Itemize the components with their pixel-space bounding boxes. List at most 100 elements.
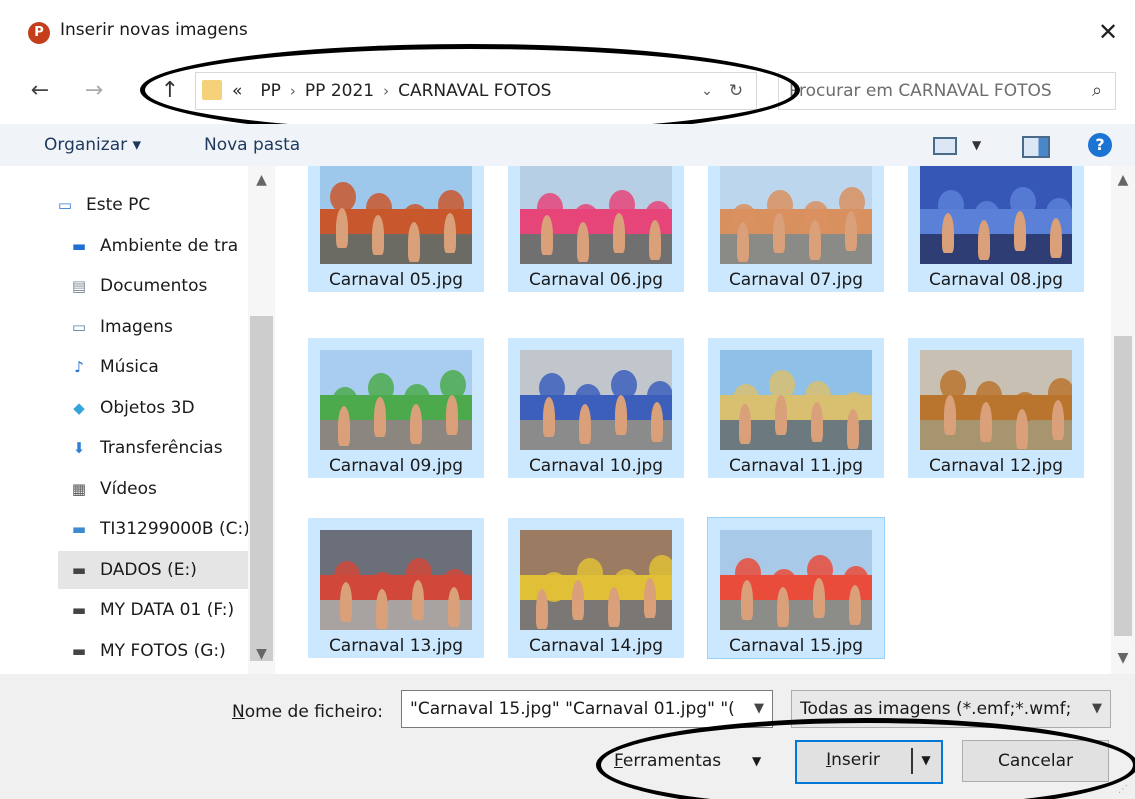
insert-label[interactable]: Inserir: [797, 742, 909, 778]
file-tile[interactable]: Carnaval 06.jpg: [508, 166, 684, 292]
scrollbar-thumb[interactable]: [1114, 336, 1132, 636]
chevron-down-icon[interactable]: ▼: [748, 691, 770, 727]
up-button[interactable]: ↑: [152, 73, 188, 109]
file-thumbnail[interactable]: [920, 350, 1072, 450]
file-name[interactable]: Carnaval 06.jpg: [508, 270, 684, 290]
file-thumbnail[interactable]: [320, 350, 472, 450]
sidebar-item[interactable]: ▬ DADOS (E:): [58, 550, 256, 589]
breadcrumb-item-carnaval-fotos[interactable]: CARNAVAL FOTOS: [398, 81, 551, 101]
sidebar-item[interactable]: ▤ Documentos: [58, 267, 256, 305]
insert-button[interactable]: Inserir ▼: [795, 740, 943, 784]
sidebar-item[interactable]: ▬ MY FOTOS (G:): [58, 632, 256, 670]
file-name[interactable]: Carnaval 14.jpg: [508, 636, 684, 656]
address-dropdown-button[interactable]: ⌄: [696, 73, 718, 109]
scrollbar-thumb[interactable]: [250, 316, 273, 661]
search-icon[interactable]: ⌕: [1083, 73, 1111, 109]
file-name[interactable]: Carnaval 07.jpg: [708, 270, 884, 290]
help-icon[interactable]: ?: [1088, 133, 1112, 157]
file-thumbnail[interactable]: [720, 530, 872, 630]
organize-button[interactable]: Organizar ▾: [44, 124, 141, 166]
breadcrumb-separator[interactable]: ›: [374, 82, 398, 100]
thumbnail-detail: [372, 215, 384, 255]
resize-grip-icon[interactable]: ⋰: [1118, 784, 1130, 796]
folder-icon: [202, 80, 222, 100]
cancel-button[interactable]: Cancelar: [962, 740, 1109, 782]
sidebar-item[interactable]: ▭ Imagens: [58, 308, 256, 346]
file-thumbnail[interactable]: [920, 166, 1072, 264]
file-name[interactable]: Carnaval 11.jpg: [708, 456, 884, 476]
sidebar-item[interactable]: ◆ Objetos 3D: [58, 389, 256, 427]
file-name[interactable]: Carnaval 13.jpg: [308, 636, 484, 656]
file-type-value: Todas as imagens (*.emf;*.wmf;: [800, 699, 1072, 719]
search-field[interactable]: Procurar em CARNAVAL FOTOS ⌕: [778, 72, 1116, 110]
thumbnail-detail: [1016, 409, 1028, 449]
filename-value[interactable]: "Carnaval 15.jpg" "Carnaval 01.jpg" "(: [410, 691, 748, 727]
file-name[interactable]: Carnaval 08.jpg: [908, 270, 1084, 290]
thumbnail-detail: [336, 208, 348, 248]
back-button[interactable]: ←: [22, 73, 58, 109]
file-tile[interactable]: Carnaval 07.jpg: [708, 166, 884, 292]
breadcrumb-overflow[interactable]: «: [232, 81, 242, 101]
filename-input[interactable]: "Carnaval 15.jpg" "Carnaval 01.jpg" "( ▼: [401, 690, 773, 728]
scroll-down-icon[interactable]: ▼: [1111, 650, 1135, 666]
sidebar-item[interactable]: ♪ Música: [58, 348, 256, 386]
refresh-button[interactable]: ↻: [722, 73, 750, 109]
dialog-footer: Nome de ficheiro: "Carnaval 15.jpg" "Car…: [0, 674, 1135, 799]
file-name[interactable]: Carnaval 10.jpg: [508, 456, 684, 476]
thumbnail-detail: [374, 397, 386, 437]
downloads-icon: ⬇: [72, 439, 86, 457]
file-tile[interactable]: Carnaval 13.jpg: [308, 518, 484, 658]
sidebar-item[interactable]: ▭ Este PC: [44, 186, 256, 224]
new-folder-button[interactable]: Nova pasta: [204, 124, 300, 166]
navigation-pane: ▭ Este PC ▬ Ambiente de tra ▤ Documentos ▭ Imag…: [0, 166, 275, 674]
file-name[interactable]: Carnaval 05.jpg: [308, 270, 484, 290]
sidebar-item[interactable]: ▬ MY DATA 01 (F:): [58, 591, 256, 629]
forward-button[interactable]: →: [76, 73, 112, 109]
drive-icon: ▬: [71, 641, 87, 660]
scroll-down-icon[interactable]: ▼: [248, 646, 275, 662]
file-thumbnail[interactable]: [520, 530, 672, 630]
address-bar[interactable]: «PP › PP 2021 › CARNAVAL FOTOS ⌄ ↻: [195, 72, 757, 110]
file-type-select[interactable]: Todas as imagens (*.emf;*.wmf; ▼: [791, 690, 1111, 728]
file-tile[interactable]: Carnaval 14.jpg: [508, 518, 684, 658]
tools-dropdown-icon[interactable]: ▼: [752, 749, 761, 773]
file-tile[interactable]: Carnaval 08.jpg: [908, 166, 1084, 292]
insert-dropdown-icon[interactable]: ▼: [915, 742, 937, 778]
pictures-icon: ▭: [71, 317, 87, 336]
sidebar-scrollbar[interactable]: ▲ ▼: [248, 166, 275, 674]
thumbnail-detail: [777, 587, 789, 627]
file-thumbnail[interactable]: [520, 166, 672, 264]
file-thumbnail[interactable]: [720, 166, 872, 264]
view-options-icon[interactable]: [933, 137, 957, 155]
file-thumbnail[interactable]: [720, 350, 872, 450]
breadcrumb-item-pp2021[interactable]: PP 2021: [305, 81, 374, 101]
sidebar-item[interactable]: ⬇ Transferências: [58, 429, 256, 467]
tools-button[interactable]: Ferramentas: [614, 749, 721, 773]
file-tile[interactable]: Carnaval 09.jpg: [308, 338, 484, 478]
file-grid-scrollbar[interactable]: ▲ ▼: [1111, 166, 1135, 674]
view-dropdown-icon[interactable]: ▼: [972, 124, 981, 166]
scroll-up-icon[interactable]: ▲: [248, 172, 275, 188]
file-thumbnail[interactable]: [320, 530, 472, 630]
sidebar-item[interactable]: ▬ Ambiente de tra: [58, 227, 256, 265]
thumbnail-detail: [539, 373, 565, 403]
breadcrumb-item-pp[interactable]: PP: [260, 81, 281, 101]
file-tile[interactable]: Carnaval 12.jpg: [908, 338, 1084, 478]
file-tile[interactable]: Carnaval 10.jpg: [508, 338, 684, 478]
file-name[interactable]: Carnaval 12.jpg: [908, 456, 1084, 476]
sidebar-item[interactable]: ▦ Vídeos: [58, 470, 256, 508]
file-thumbnail[interactable]: [520, 350, 672, 450]
breadcrumb-separator[interactable]: ›: [281, 82, 305, 100]
file-name[interactable]: Carnaval 09.jpg: [308, 456, 484, 476]
file-tile[interactable]: Carnaval 05.jpg: [308, 166, 484, 292]
preview-pane-icon[interactable]: [1022, 136, 1050, 158]
file-tile[interactable]: Carnaval 11.jpg: [708, 338, 884, 478]
file-name[interactable]: Carnaval 15.jpg: [708, 636, 884, 656]
sidebar-item[interactable]: ▬ TI31299000B (C:): [58, 510, 256, 548]
close-button[interactable]: ✕: [1090, 14, 1126, 50]
chevron-down-icon[interactable]: ▼: [1086, 691, 1108, 727]
file-thumbnail[interactable]: [320, 166, 472, 264]
thumbnail-detail: [408, 222, 420, 262]
scroll-up-icon[interactable]: ▲: [1111, 172, 1135, 188]
file-tile[interactable]: Carnaval 15.jpg: [707, 517, 885, 659]
